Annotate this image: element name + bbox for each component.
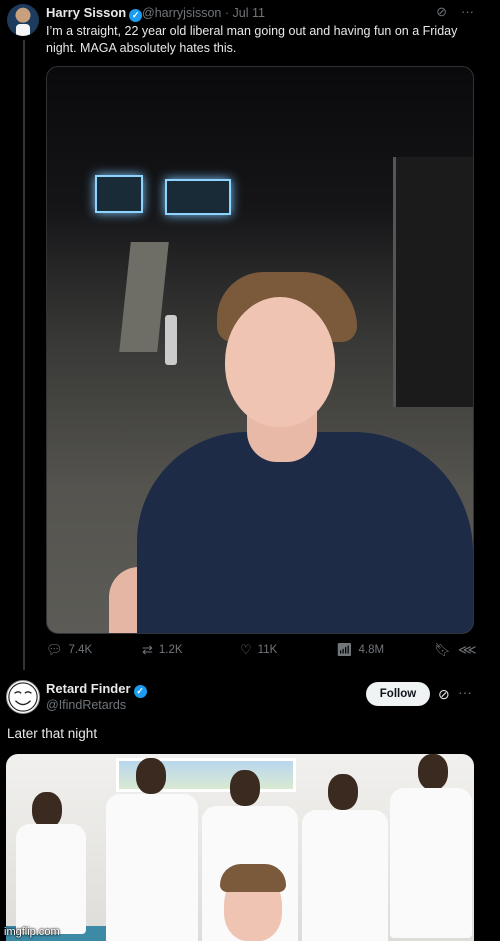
bollard (165, 315, 177, 365)
tweet-text: I’m a straight, 22 year old liberal man … (46, 24, 458, 55)
lit-window (95, 175, 143, 213)
verified-badge-icon: ✓ (133, 685, 147, 698)
more-icon[interactable]: ··· (458, 684, 472, 700)
tweet-date: Jul 11 (232, 6, 265, 20)
bookmark-icon: 🔖︎ (434, 642, 451, 657)
more-icon[interactable]: ··· (461, 4, 474, 20)
share-icon: ⋘ (458, 642, 477, 657)
heart-icon: ♡ (240, 642, 252, 657)
kiosk (393, 157, 473, 407)
avatar[interactable] (6, 680, 40, 714)
tweet-actions: 💬︎ 7.4K ⇄ 1.2K ♡ 11K 📶︎ 4.8M 🔖︎ ⋘ (46, 642, 477, 662)
views-button[interactable]: 📶︎ 4.8M (336, 642, 384, 658)
overlay-hair (220, 864, 286, 892)
crosswalk-stripe (119, 242, 169, 352)
repost-icon: ⇄ (142, 642, 153, 657)
thread-line (23, 40, 25, 670)
tweet-photo[interactable] (6, 754, 474, 941)
verified-badge-icon: ✓ (129, 9, 143, 22)
grok-icon[interactable]: ⊘ (436, 4, 447, 20)
lit-window (165, 179, 231, 215)
avatar[interactable] (7, 4, 39, 36)
grok-icon[interactable]: ⊘ (438, 686, 450, 703)
tweet-photo[interactable] (46, 66, 474, 634)
reply-icon: 💬︎ (46, 642, 63, 657)
repost-button[interactable]: ⇄ 1.2K (142, 642, 183, 658)
person-face (225, 297, 335, 427)
person-shirt (137, 432, 473, 633)
follow-button[interactable]: Follow (366, 682, 430, 706)
watermark: imgflip.com (4, 926, 60, 938)
author-handle-and-date[interactable]: @harryjsisson · Jul 11 (142, 6, 265, 20)
views-icon: 📶︎ (336, 642, 353, 657)
author-name[interactable]: Retard Finder ✓ (46, 681, 147, 698)
share-button[interactable]: ⋘ (458, 642, 477, 658)
bookmark-button[interactable]: 🔖︎ (434, 642, 451, 658)
face-icon (8, 682, 38, 712)
author-name[interactable]: Harry Sisson ✓ (46, 5, 143, 22)
like-button[interactable]: ♡ 11K (240, 642, 277, 658)
tweet-top-icons: ⊘ ··· (436, 4, 474, 20)
author-handle[interactable]: @IfindRetards (46, 698, 126, 712)
tweet-text: Later that night (7, 726, 98, 741)
reply-button[interactable]: 💬︎ 7.4K (46, 642, 92, 658)
